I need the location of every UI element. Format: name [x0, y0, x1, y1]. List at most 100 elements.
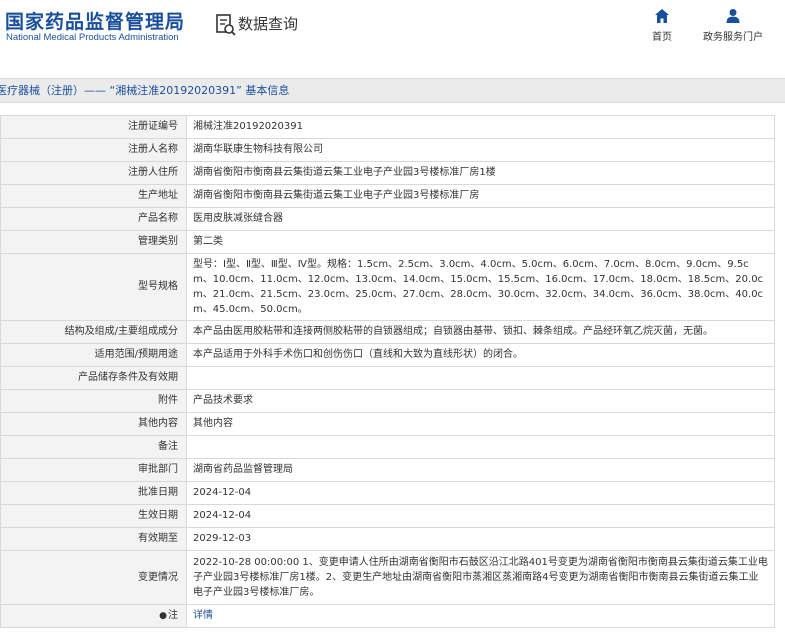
row-value-cell: 2029-12-03 [186, 527, 775, 551]
row-label-cell: 结构及组成/主要组成成分 [0, 320, 187, 344]
row-value: 湖南省衡阳市衡南县云集街道云集工业电子产业园3号楼标准厂房1楼 [193, 167, 496, 178]
row-value: 2022-10-28 00:00:00 1、变更申请人住所由湖南省衡阳市石鼓区沿… [193, 557, 768, 598]
logo-title[interactable]: 国家药品监督管理局 [5, 7, 185, 34]
table-row: 注册人住所 湖南省衡阳市衡南县云集街道云集工业电子产业园3号楼标准厂房1楼 [0, 161, 775, 185]
row-label: 生产地址 [138, 190, 178, 201]
row-value: 湖南省药品监督管理局 [193, 464, 293, 475]
logo-subtitle[interactable]: National Medical Products Administration [6, 32, 179, 43]
row-label: 产品储存条件及有效期 [78, 372, 178, 383]
table-row: 审批部门 湖南省药品监督管理局 [0, 458, 775, 482]
table-row: ●注 详情 [0, 604, 775, 628]
row-value-cell: 湖南省药品监督管理局 [186, 458, 775, 482]
site-header: 国家药品监督管理局 National Medical Products Admi… [0, 0, 785, 62]
row-value-cell: 其他内容 [186, 412, 775, 436]
table-row: 变更情况 2022-10-28 00:00:00 1、变更申请人住所由湖南省衡阳市… [0, 550, 775, 605]
nav-service-label: 政务服务门户 [703, 32, 763, 43]
row-label-cell: 注册证编号 [0, 115, 187, 139]
row-label-cell: 审批部门 [0, 458, 187, 482]
row-value: 2029-12-03 [193, 533, 252, 544]
row-label-cell: 生产地址 [0, 184, 187, 208]
row-label-cell: 适用范围/预期用途 [0, 343, 187, 367]
row-label: 注册人住所 [128, 167, 178, 178]
row-value: 产品技术要求 [193, 395, 253, 406]
row-label: 管理类别 [138, 236, 178, 247]
row-label: 注 [168, 610, 178, 621]
table-row: 批准日期 2024-12-04 [0, 481, 775, 505]
row-value: 本产品由医用胶粘带和连接两侧胶粘带的自锁器组成；自锁器由基带、锁扣、棘条组成。产… [193, 326, 713, 337]
user-icon [726, 9, 740, 23]
row-value-cell: 第二类 [186, 230, 775, 254]
row-label: 产品名称 [138, 213, 178, 224]
row-value-cell: 2022-10-28 00:00:00 1、变更申请人住所由湖南省衡阳市石鼓区沿… [186, 550, 775, 605]
row-label-cell: 生效日期 [0, 504, 187, 528]
row-value: 湘械注准20192020391 [193, 121, 303, 132]
breadcrumb-text: 医疗器械（注册）—— “湘械注准20192020391” 基本信息 [0, 84, 290, 97]
row-label: 型号规格 [138, 281, 178, 292]
row-label: 注册证编号 [128, 121, 178, 132]
row-value-cell: 2024-12-04 [186, 504, 775, 528]
bulb-icon: ● [159, 611, 167, 621]
row-label: 附件 [158, 395, 178, 406]
row-value-cell: 本产品由医用胶粘带和连接两侧胶粘带的自锁器组成；自锁器由基带、锁扣、棘条组成。产… [186, 320, 775, 344]
row-value-cell: 医用皮肤减张缝合器 [186, 207, 775, 231]
row-value-cell: 湖南省衡阳市衡南县云集街道云集工业电子产业园3号楼标准厂房1楼 [186, 161, 775, 185]
table-row: 型号规格 型号：Ⅰ型、Ⅱ型、Ⅲ型、Ⅳ型。规格：1.5cm、2.5cm、3.0cm、… [0, 253, 775, 321]
row-value-cell: 型号：Ⅰ型、Ⅱ型、Ⅲ型、Ⅳ型。规格：1.5cm、2.5cm、3.0cm、4.0c… [186, 253, 775, 321]
row-label: 适用范围/预期用途 [94, 349, 178, 360]
row-label-cell: 批准日期 [0, 481, 187, 505]
table-row: 管理类别 第二类 [0, 230, 775, 254]
row-label: 备注 [158, 441, 178, 452]
row-label-cell: ●注 [0, 604, 187, 628]
row-value: 湖南省衡阳市衡南县云集街道云集工业电子产业园3号楼标准厂房 [193, 190, 480, 201]
table-row: 生效日期 2024-12-04 [0, 504, 775, 528]
row-value: 湖南华联康生物科技有限公司 [193, 144, 323, 155]
row-value-cell: 详情 [186, 604, 775, 628]
row-value: 医用皮肤减张缝合器 [193, 213, 283, 224]
row-label: 批准日期 [138, 487, 178, 498]
row-label: 其他内容 [138, 418, 178, 429]
row-label-cell: 变更情况 [0, 550, 187, 605]
details-link[interactable]: 详情 [193, 610, 213, 621]
row-value-cell: 湖南省衡阳市衡南县云集街道云集工业电子产业园3号楼标准厂房 [186, 184, 775, 208]
row-label-cell: 附件 [0, 389, 187, 413]
detail-table: 注册证编号 湘械注准20192020391 注册人名称 湖南华联康生物科技有限公司 注册… [0, 115, 775, 628]
row-value-cell [186, 366, 775, 390]
row-label: 有效期至 [138, 533, 178, 544]
row-label-cell: 型号规格 [0, 253, 187, 321]
row-value-cell: 湘械注准20192020391 [186, 115, 775, 139]
row-value: 第二类 [193, 236, 223, 247]
table-row: 注册人名称 湖南华联康生物科技有限公司 [0, 138, 775, 162]
home-icon [655, 9, 669, 23]
row-label-cell: 注册人住所 [0, 161, 187, 185]
data-query-title: 数据查询 [238, 15, 299, 33]
nav-service-portal[interactable]: 政务服务门户 [698, 8, 768, 43]
row-label-cell: 备注 [0, 435, 187, 459]
row-label: 变更情况 [138, 571, 178, 583]
table-row: 备注 [0, 435, 775, 459]
table-row: 生产地址 湖南省衡阳市衡南县云集街道云集工业电子产业园3号楼标准厂房 [0, 184, 775, 208]
row-label-cell: 产品名称 [0, 207, 187, 231]
row-label: 生效日期 [138, 510, 178, 521]
nav-home[interactable]: 首页 [645, 8, 679, 43]
table-row: 有效期至 2029-12-03 [0, 527, 775, 551]
row-label: 注册人名称 [128, 144, 178, 155]
row-value-cell: 2024-12-04 [186, 481, 775, 505]
table-row: 适用范围/预期用途 本产品适用于外科手术伤口和创伤伤口（直线和大致为直线形状）的闭… [0, 343, 775, 367]
row-label: 审批部门 [138, 464, 178, 475]
row-value: 2024-12-04 [193, 510, 252, 521]
table-row: 注册证编号 湘械注准20192020391 [0, 115, 775, 139]
row-label-cell: 产品储存条件及有效期 [0, 366, 187, 390]
row-label-cell: 有效期至 [0, 527, 187, 551]
row-label-cell: 注册人名称 [0, 138, 187, 162]
breadcrumb: 医疗器械（注册）—— “湘械注准20192020391” 基本信息 [0, 78, 785, 103]
row-value-cell: 湖南华联康生物科技有限公司 [186, 138, 775, 162]
row-label-cell: 其他内容 [0, 412, 187, 436]
row-value-cell: 产品技术要求 [186, 389, 775, 413]
table-row: 产品储存条件及有效期 [0, 366, 775, 390]
row-value: 型号：Ⅰ型、Ⅱ型、Ⅲ型、Ⅳ型。规格：1.5cm、2.5cm、3.0cm、4.0c… [193, 259, 764, 315]
row-label-cell: 管理类别 [0, 230, 187, 254]
table-row: 其他内容 其他内容 [0, 412, 775, 436]
row-label: 结构及组成/主要组成成分 [64, 326, 178, 337]
table-row: 产品名称 医用皮肤减张缝合器 [0, 207, 775, 231]
table-row: 结构及组成/主要组成成分 本产品由医用胶粘带和连接两侧胶粘带的自锁器组成；自锁器由… [0, 320, 775, 344]
